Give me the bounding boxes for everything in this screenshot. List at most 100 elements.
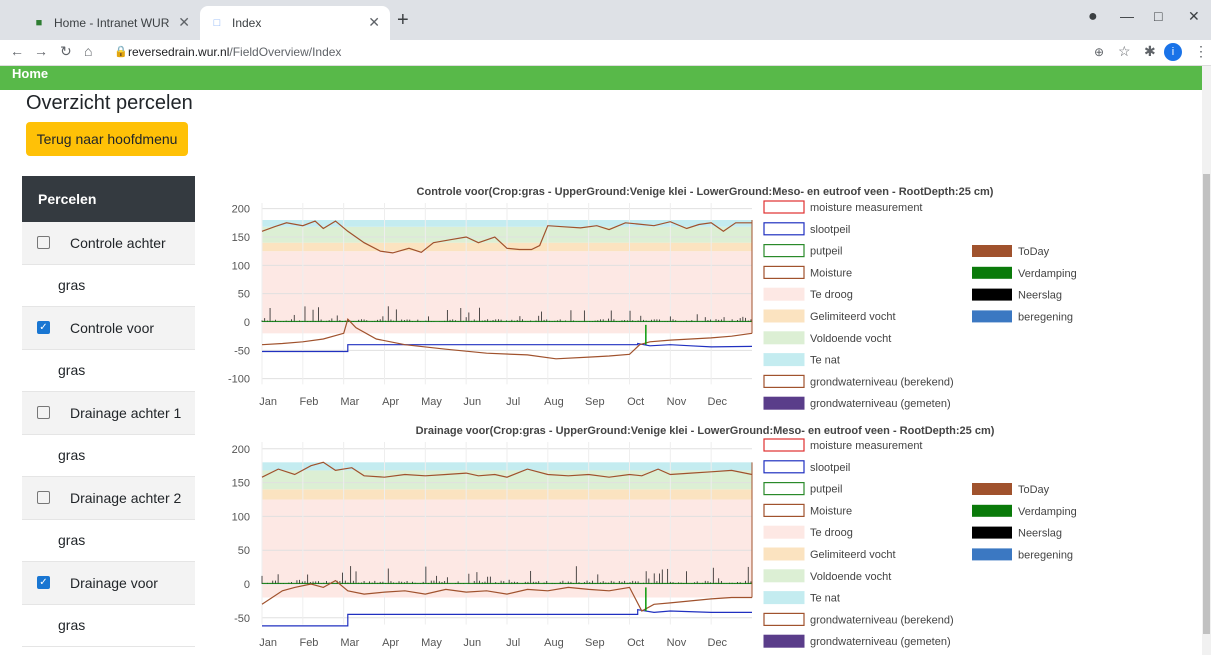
- y-tick-label: 200: [232, 204, 250, 216]
- field-name: Drainage voor: [70, 574, 158, 591]
- field-checkbox[interactable]: ✓: [37, 576, 50, 590]
- band-voldoende-vocht: [262, 226, 752, 243]
- legend-label: Te droog: [810, 289, 853, 301]
- field-row[interactable]: ✓ Drainage voor: [22, 562, 195, 605]
- legend-swatch: [763, 309, 805, 323]
- x-tick-label: Nov: [667, 396, 687, 408]
- band-te-droog: [262, 251, 752, 334]
- y-tick-label: -50: [234, 345, 250, 357]
- field-checkbox[interactable]: [37, 236, 50, 250]
- tab-index[interactable]: □ Index ✕: [200, 6, 390, 40]
- bookmark-star-icon[interactable]: ☆: [1118, 43, 1131, 60]
- field-checkbox[interactable]: ✓: [37, 321, 50, 335]
- profile-avatar-icon[interactable]: i: [1164, 43, 1182, 61]
- y-tick-label: 50: [238, 289, 250, 301]
- field-row[interactable]: Drainage achter 1: [22, 392, 195, 435]
- tab-home-intranet[interactable]: ■ Home - Intranet WUR ✕: [22, 6, 200, 40]
- scrollbar-thumb[interactable]: [1203, 174, 1210, 634]
- minimize-icon[interactable]: —: [1120, 8, 1134, 24]
- legend-swatch: [763, 265, 805, 279]
- legend-label: Neerslag: [1018, 290, 1062, 302]
- legend-label: grondwaterniveau (berekend): [810, 614, 954, 626]
- close-tab-icon[interactable]: ✕: [178, 14, 190, 31]
- page-scrollbar[interactable]: [1202, 66, 1211, 655]
- field-checkbox[interactable]: [37, 491, 50, 505]
- band-te-droog: [262, 499, 752, 598]
- close-tab-icon[interactable]: ✕: [368, 14, 380, 31]
- legend-swatch: [763, 353, 805, 367]
- legend-swatch: [763, 374, 805, 388]
- x-tick-label: Dec: [708, 637, 728, 649]
- maximize-icon[interactable]: □: [1154, 8, 1162, 24]
- navbar-home-link[interactable]: Home: [12, 66, 48, 81]
- chart-title: Controle voor(Crop:gras - UpperGround:Ve…: [417, 186, 994, 198]
- back-arrow-icon[interactable]: ←: [10, 43, 24, 59]
- legend-label: Te nat: [810, 355, 840, 367]
- legend-label: slootpeil: [810, 224, 850, 236]
- y-tick-label: 150: [232, 232, 250, 244]
- legend-swatch: [972, 483, 1012, 495]
- moisture-line: [261, 220, 752, 254]
- moisture-line: [261, 461, 753, 478]
- back-to-main-menu-button[interactable]: Terug naar hoofdmenu: [26, 122, 188, 156]
- legend-swatch: [763, 396, 805, 410]
- legend-swatch: [763, 460, 805, 474]
- legend-swatch: [763, 612, 805, 627]
- legend-swatch: [763, 331, 805, 345]
- y-tick-label: 100: [232, 511, 250, 523]
- chart-2: Drainage voor(Crop:gras - UpperGround:Ve…: [232, 425, 1077, 649]
- chart-title: Drainage voor(Crop:gras - UpperGround:Ve…: [416, 425, 995, 437]
- field-name: Controle achter: [70, 234, 166, 251]
- tab-title: Index: [232, 16, 262, 30]
- sidebar-header: Percelen: [22, 176, 195, 222]
- legend-label: putpeil: [810, 246, 842, 258]
- field-row[interactable]: Controle achter: [22, 222, 195, 265]
- url-field[interactable]: reversedrain.wur.nl/FieldOverview/Index: [128, 45, 341, 59]
- reload-icon[interactable]: ↻: [60, 43, 72, 60]
- field-crop: gras: [22, 349, 195, 392]
- legend-label: ToDay: [1018, 484, 1050, 496]
- field-row[interactable]: Drainage achter 2: [22, 477, 195, 520]
- legend-label: Gelimiteerd vocht: [810, 311, 896, 323]
- legend-label: grondwaterniveau (berekend): [810, 376, 954, 388]
- field-name: Drainage achter 2: [70, 489, 182, 506]
- legend-swatch: [972, 245, 1012, 257]
- band-te-nat: [262, 462, 752, 471]
- groundwater-calculated-line: [261, 318, 753, 360]
- legend-label: slootpeil: [810, 462, 850, 474]
- lock-icon[interactable]: 🔒: [114, 45, 128, 58]
- y-tick-label: 50: [238, 545, 250, 557]
- top-navbar: Home: [0, 66, 1202, 90]
- field-name: Controle voor: [70, 319, 155, 336]
- x-tick-label: Nov: [667, 637, 687, 649]
- zoom-icon[interactable]: ⊕: [1094, 45, 1104, 59]
- legend-swatch: [763, 438, 805, 452]
- x-tick-label: Jan: [259, 396, 277, 408]
- profile-circle-icon[interactable]: ●: [1088, 8, 1098, 26]
- band-voldoende-vocht: [262, 470, 752, 490]
- field-checkbox[interactable]: [37, 406, 50, 420]
- url-path: /FieldOverview/Index: [229, 45, 342, 59]
- tab-title: Home - Intranet WUR: [54, 16, 170, 30]
- legend-label: Gelimiteerd vocht: [810, 549, 896, 561]
- band-te-nat: [262, 220, 752, 227]
- home-icon[interactable]: ⌂: [84, 43, 92, 59]
- close-window-icon[interactable]: ✕: [1188, 8, 1200, 25]
- x-tick-label: Sep: [585, 637, 605, 649]
- extensions-puzzle-icon[interactable]: ✱: [1144, 43, 1156, 60]
- x-tick-label: Apr: [382, 396, 399, 408]
- legend-swatch: [763, 591, 805, 605]
- menu-dots-icon[interactable]: ⋮: [1194, 43, 1208, 60]
- field-row[interactable]: ✓ Controle voor: [22, 307, 195, 350]
- new-tab-button[interactable]: +: [397, 9, 409, 32]
- legend-label: Voldoende vocht: [810, 571, 891, 583]
- y-tick-label: 0: [244, 579, 250, 591]
- legend-swatch: [763, 547, 805, 561]
- x-tick-label: May: [421, 637, 442, 649]
- legend-swatch: [972, 548, 1012, 561]
- forward-arrow-icon[interactable]: →: [34, 43, 48, 59]
- browser-tab-bar: ■ Home - Intranet WUR ✕ □ Index ✕ + ● — …: [0, 0, 1211, 40]
- x-tick-label: Dec: [708, 396, 728, 408]
- x-tick-label: Mar: [340, 637, 359, 649]
- legend-label: Verdamping: [1018, 506, 1077, 518]
